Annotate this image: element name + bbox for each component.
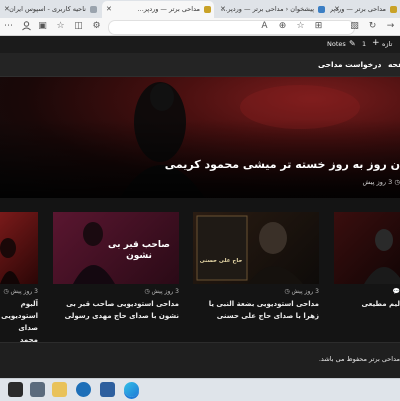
thumbnail-caption: حاج علی حسنی (199, 258, 243, 264)
tab-favicon-icon (390, 6, 397, 13)
comment-icon[interactable]: ✎ (349, 39, 356, 48)
post-thumbnail[interactable]: صاحب قبر بی نشون (53, 212, 179, 284)
browser-tab-active[interactable]: ✕ مداحی برتر — وردپر... (102, 1, 214, 18)
tab-favicon-icon (90, 6, 97, 13)
post-thumbnail-image (0, 212, 38, 284)
tab-close-icon[interactable]: ✕ (106, 1, 112, 18)
hero-title[interactable]: ن روز به روز خسته تر میشی محمود کریمی (0, 158, 400, 171)
hero-date: 3 روز پیش (363, 178, 393, 186)
favorites-icon[interactable]: ☆ (54, 20, 67, 33)
tab-label: پیشخوان ‹ مداحی برتر — وردپر... (221, 5, 314, 13)
hero-slide[interactable]: ن روز به روز خسته تر میشی محمود کریمی ◷ … (0, 77, 400, 198)
app-icon[interactable] (76, 382, 91, 397)
update-count: 1 (362, 40, 366, 48)
post-title[interactable]: مداحی استودیویی بضعة النبی یا زهرا با صد… (193, 298, 319, 322)
browser-tab[interactable]: ✕ ناحیه کاربری - اسپوس ایران (0, 1, 100, 18)
copyright-text: مداحی برتر محفوظ می باشد. (319, 355, 400, 363)
star-icon[interactable]: ☆ (294, 20, 307, 33)
edge-browser-icon[interactable] (124, 382, 139, 397)
browser-tab[interactable]: ✕ مداحی برتر — وردپر... (330, 1, 400, 18)
clock-icon: ◷ (284, 288, 289, 295)
file-explorer-icon[interactable] (52, 382, 67, 397)
app-icon[interactable] (100, 382, 115, 397)
extensions-icon[interactable]: ⚙ (90, 20, 103, 33)
nav-item-request-eulogy[interactable]: درخواست مداحی (318, 60, 381, 69)
collections-icon[interactable]: ▣ (36, 20, 49, 33)
refresh-icon[interactable]: ↻ (366, 20, 379, 33)
post-meta: 3 روز پیش ◷ (3, 288, 38, 295)
tab-close-icon[interactable]: ✕ (4, 1, 10, 18)
new-link[interactable]: تازه (382, 40, 392, 48)
notes-link[interactable]: Notes (327, 40, 346, 48)
post-title[interactable]: لیم مطیعی (334, 298, 400, 310)
comment-icon: 💬 (393, 288, 400, 295)
site-footer: مداحی برتر محفوظ می باشد. (0, 342, 400, 379)
post-thumbnail[interactable]: حاج علی حسنی (193, 212, 319, 284)
tab-favicon-icon (318, 6, 325, 13)
split-screen-icon[interactable]: ◫ (72, 20, 85, 33)
tab-favicon-icon (204, 6, 211, 13)
forward-icon[interactable]: → (384, 20, 397, 33)
browser-toolbar: ⋯ ▣ ☆ ◫ ⚙ A ⊕ ☆ ⊞ ▨ ↻ → (0, 18, 400, 36)
tab-close-icon[interactable]: ✕ (220, 1, 226, 18)
post-meta: 💬 (393, 288, 400, 295)
task-view-icon[interactable] (30, 382, 45, 397)
post-meta: 3 روز پیش ◷ (144, 288, 179, 295)
profile-icon[interactable] (20, 20, 33, 33)
post-date: 3 روز پیش (292, 288, 319, 295)
main-navigation: درخواست مداحی صفحه (0, 53, 400, 77)
clock-icon: ◷ (392, 178, 400, 186)
post-thumbnail[interactable] (334, 212, 400, 284)
post-date: 3 روز پیش (152, 288, 179, 295)
hero-meta: ◷ 3 روز پیش (363, 178, 400, 186)
tab-label: ناحیه کاربری - اسپوس ایران (9, 5, 86, 13)
browser-tab-strip: ✕ ناحیه کاربری - اسپوس ایران ✕ مداحی برت… (0, 0, 400, 18)
post-date: 3 روز پیش (11, 288, 38, 295)
post-thumbnail-image (193, 212, 319, 284)
tab-label: مداحی برتر — وردپر... (138, 5, 200, 13)
post-title[interactable]: مداحی استودیویی صاحب قبر بی نشون با صدای… (53, 298, 179, 322)
post-meta: 3 روز پیش ◷ (284, 288, 319, 295)
app-icon[interactable] (8, 382, 23, 397)
nav-item-home[interactable]: صفحه (388, 60, 400, 69)
taskbar (0, 378, 400, 401)
admin-bar: Notes ✎ 1 + تازه (0, 36, 400, 53)
post-thumbnail-image (334, 212, 400, 284)
read-aloud-icon[interactable]: A (258, 20, 271, 33)
zoom-icon[interactable]: ⊕ (276, 20, 289, 33)
hero-gradient (0, 77, 400, 198)
thumbnail-caption: صاحب قبر بی نشون (103, 240, 175, 262)
browser-tab[interactable]: ✕ پیشخوان ‹ مداحی برتر — وردپر... (216, 1, 328, 18)
grid-icon[interactable]: ⊞ (312, 20, 325, 33)
post-title[interactable]: آلبوم استودیویی صدای محمد (0, 298, 38, 346)
clock-icon: ◷ (3, 288, 8, 295)
post-thumbnail[interactable] (0, 212, 38, 284)
tab-close-icon[interactable]: ✕ (334, 1, 340, 18)
image-icon[interactable]: ▨ (348, 20, 361, 33)
plus-icon[interactable]: + (372, 38, 380, 48)
more-menu-icon[interactable]: ⋯ (2, 20, 15, 33)
clock-icon: ◷ (144, 288, 149, 295)
